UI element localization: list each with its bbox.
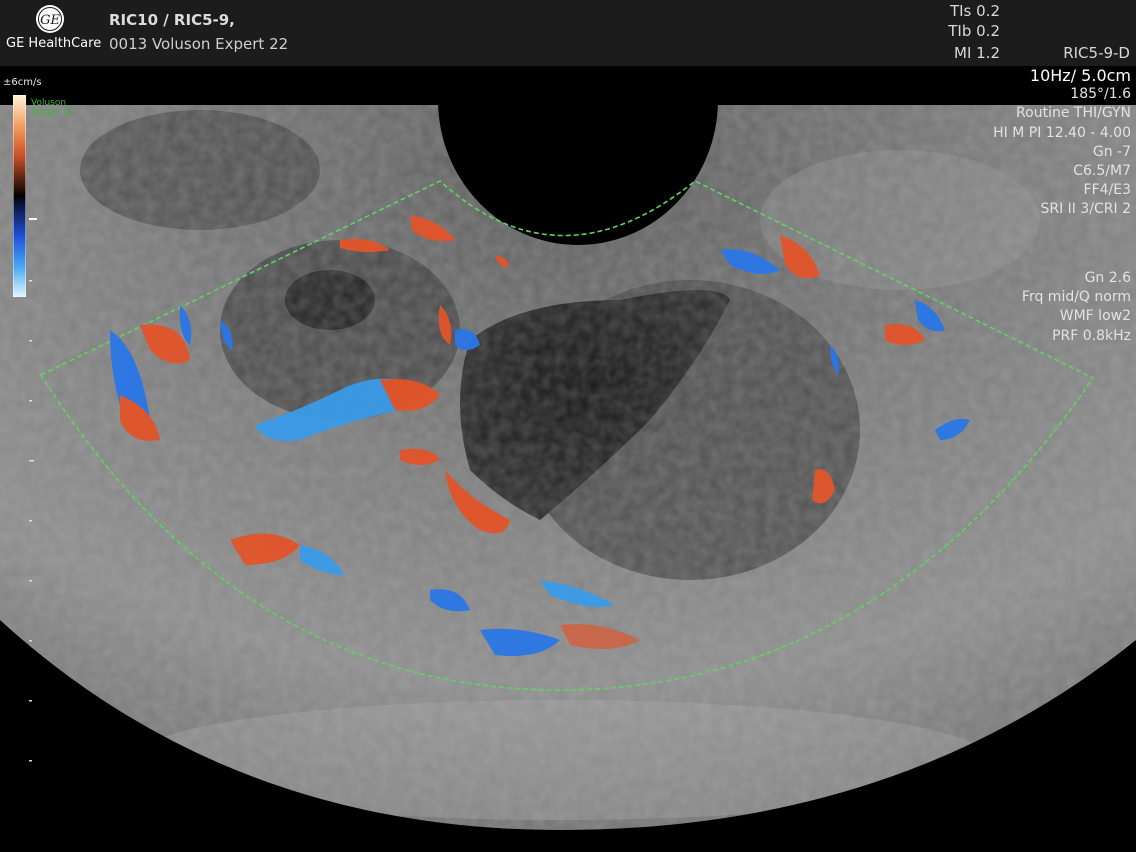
mi-index: MI 1.2 <box>954 44 1000 62</box>
velocity-scale-label: ±6cm/s <box>3 77 42 88</box>
device-title: 0013 Voluson Expert 22 <box>109 35 289 53</box>
frequency-value: Frq mid/Q norm <box>1021 289 1131 306</box>
ultrasound-image <box>0 0 1136 830</box>
ff-value: FF4/E3 <box>1083 182 1131 199</box>
ge-logo-icon: GE <box>36 5 64 33</box>
color-gain-value: Gn 2.6 <box>1084 270 1131 286</box>
harmonic-value: HI M PI 12.40 - 4.00 <box>993 124 1131 141</box>
depth-scale <box>29 280 34 762</box>
brand-name: GE HealthCare <box>6 36 102 51</box>
probe-title: RIC10 / RIC5-9, <box>109 11 235 29</box>
svg-text:GE: GE <box>40 13 60 28</box>
preset-value: Routine THI/GYN <box>1016 105 1131 122</box>
cm-value: C6.5/M7 <box>1073 163 1131 180</box>
angle-value: 185°/1.6 <box>1070 86 1131 103</box>
header-bar: GE GE HealthCare RIC10 / RIC5-9, 0013 Vo… <box>0 0 1136 66</box>
color-doppler-parameters: Gn 2.6 Frq mid/Q norm WMF low2 PRF 0.8kH… <box>1022 269 1131 346</box>
sri-value: SRI II 3/CRI 2 <box>1040 201 1131 218</box>
frame-rate-depth: 10Hz/ 5.0cm <box>1029 66 1131 85</box>
tib-index: TIb 0.2 <box>948 22 1000 40</box>
watermark-line-2: Expert 22 <box>31 108 75 118</box>
prf-value: PRF 0.8kHz <box>1052 327 1131 344</box>
voluson-watermark: Voluson Expert 22 <box>31 98 75 118</box>
wmf-value: WMF low2 <box>1059 308 1131 325</box>
imaging-parameters: 10Hz/ 5.0cm 185°/1.6 Routine THI/GYN HI … <box>993 66 1131 220</box>
watermark-line-1: Voluson <box>31 98 67 108</box>
color-velocity-bar <box>13 95 26 297</box>
tis-index: TIs 0.2 <box>949 2 1000 20</box>
probe-label: RIC5-9-D <box>1063 44 1130 62</box>
gain-value: Gn -7 <box>1092 143 1131 160</box>
